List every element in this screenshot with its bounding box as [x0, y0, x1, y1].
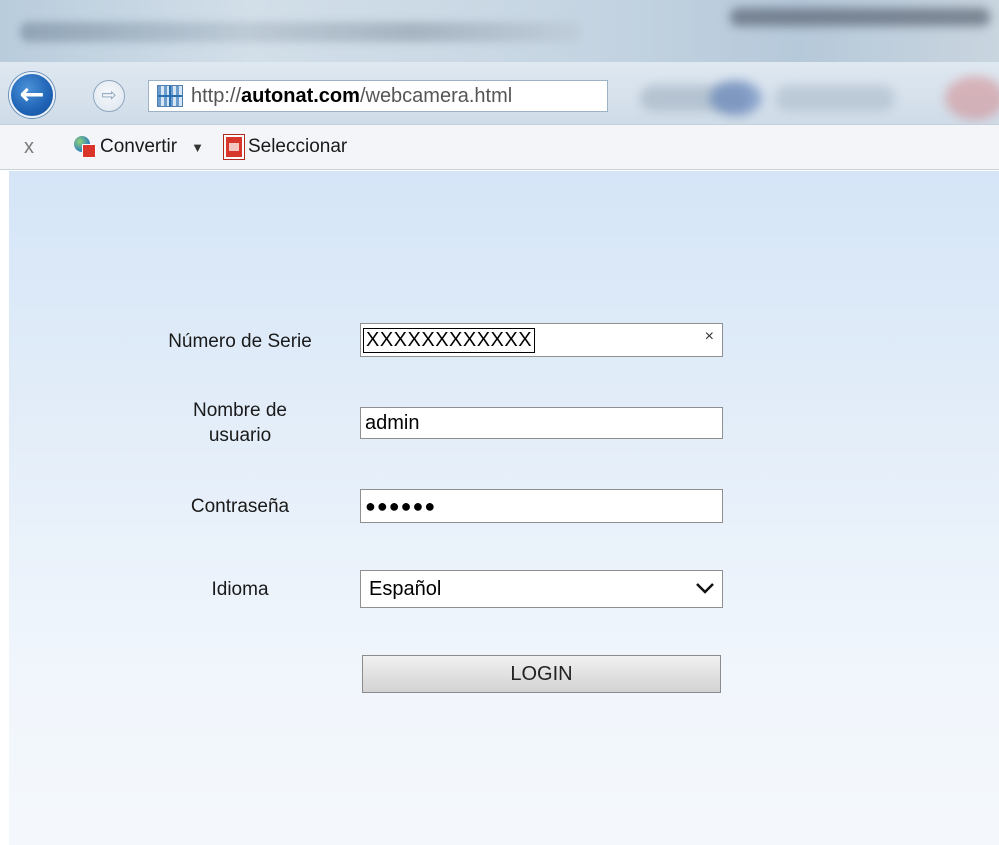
serial-label: Número de Serie — [168, 331, 312, 352]
back-button[interactable]: ← — [9, 72, 55, 118]
username-label-line2: usuario — [208, 425, 272, 446]
serial-number-value: XXXXXXXXXXXX — [363, 327, 536, 353]
serial-number-input[interactable]: XXXXXXXXXXXX × — [360, 323, 723, 357]
convert-button[interactable]: Convertir — [100, 136, 177, 158]
login-button[interactable]: LOGIN — [362, 655, 721, 693]
chevron-down-icon — [696, 583, 714, 594]
url-path: /webcamera.html — [359, 84, 513, 107]
forward-arrow-icon: ⇨ — [101, 85, 117, 106]
password-value: ●●●●●● — [365, 495, 437, 516]
nav-blur-b — [710, 80, 762, 116]
address-bar[interactable]: http://autonat.com/webcamera.html — [148, 80, 608, 112]
password-label: Contraseña — [190, 496, 290, 517]
password-input[interactable]: ●●●●●● — [360, 489, 723, 523]
language-value: Español — [369, 577, 442, 600]
url-host: autonat.com — [241, 84, 360, 107]
nav-blur-d — [945, 76, 999, 120]
select-button[interactable]: Seleccionar — [248, 136, 347, 158]
site-favicon-icon — [157, 85, 183, 107]
window-title-blurred — [20, 22, 580, 42]
browser-titlebar — [0, 0, 999, 70]
language-label: Idioma — [211, 579, 269, 600]
nav-blur-c — [775, 85, 895, 111]
username-value: admin — [365, 411, 420, 434]
pdf-toolbar: x Convertir ▼ Seleccionar — [0, 124, 999, 170]
tab-strip-blurred — [730, 8, 990, 26]
select-pdf-icon[interactable] — [223, 135, 244, 159]
username-label: Nombre de usuario — [130, 398, 350, 448]
username-input[interactable]: admin — [360, 407, 723, 439]
convert-icon[interactable] — [74, 136, 96, 158]
username-label-line1: Nombre de — [193, 400, 287, 421]
forward-button[interactable]: ⇨ — [93, 80, 125, 112]
clear-icon[interactable]: × — [705, 328, 714, 346]
convert-dropdown-icon[interactable]: ▼ — [191, 140, 204, 155]
url-scheme: http:// — [191, 84, 242, 107]
address-url[interactable]: http://autonat.com/webcamera.html — [191, 85, 512, 108]
toolbar-close-icon[interactable]: x — [24, 136, 48, 159]
language-select[interactable]: Español — [360, 570, 723, 608]
back-arrow-icon: ← — [19, 77, 45, 112]
